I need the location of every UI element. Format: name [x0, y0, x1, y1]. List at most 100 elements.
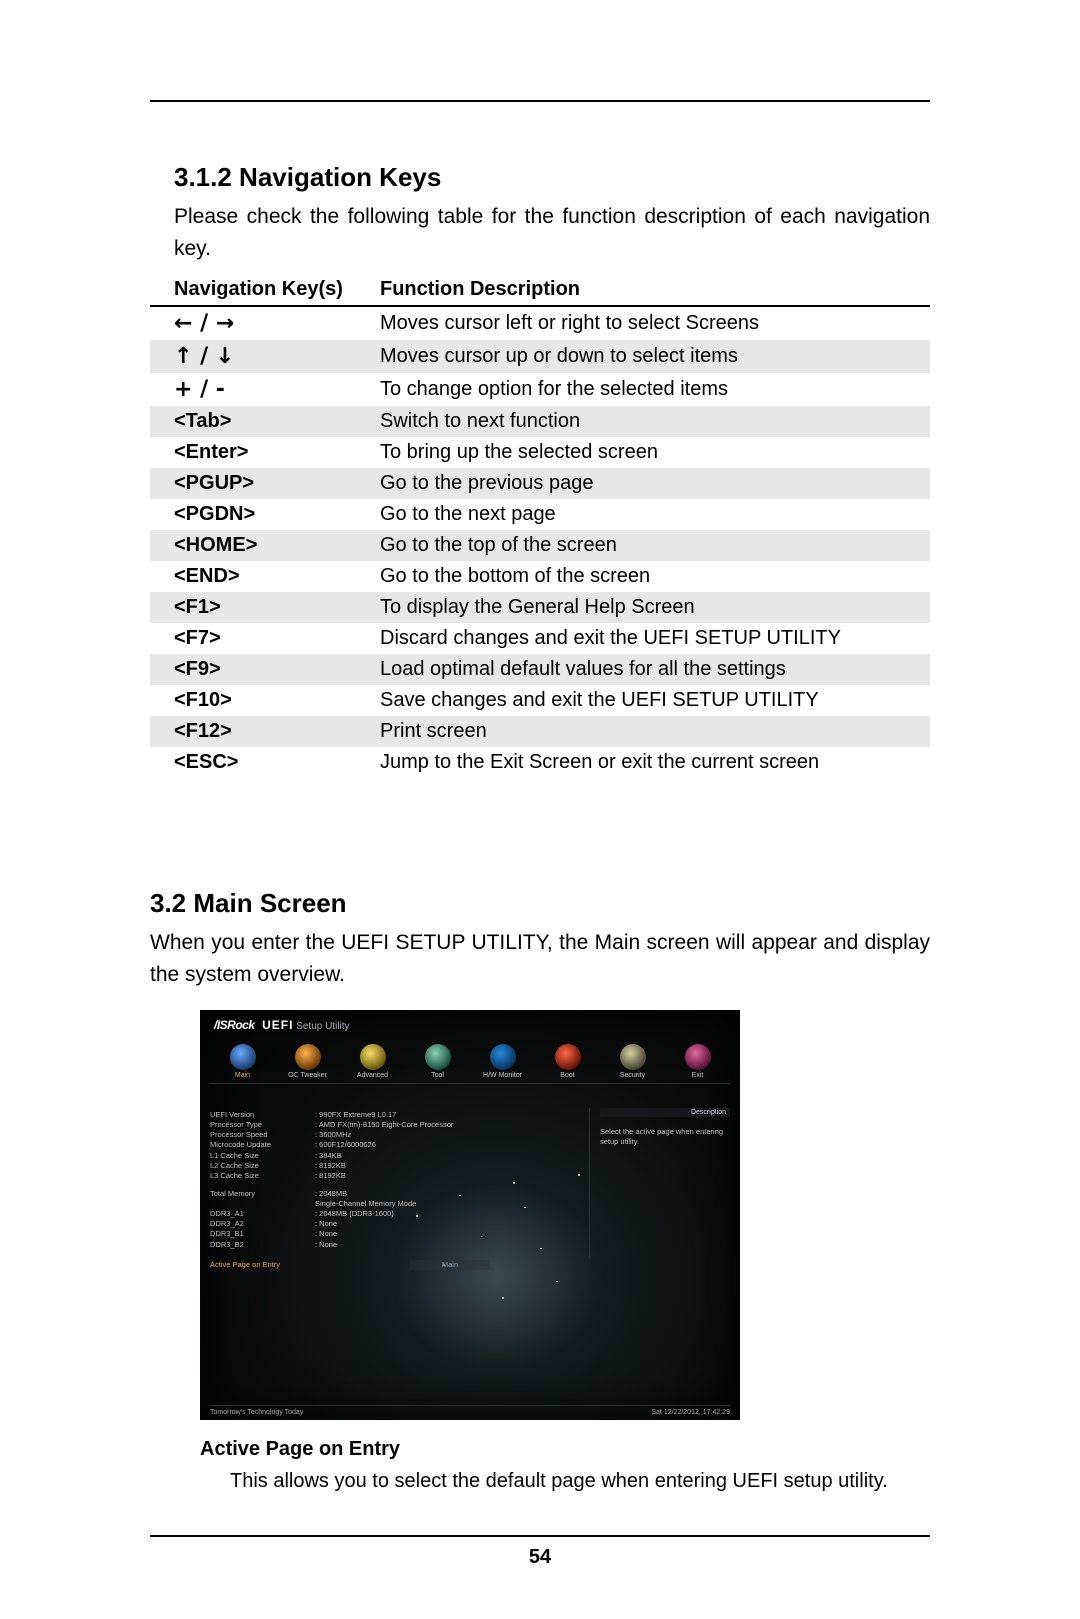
- bios-uefi-label: UEFI: [262, 1018, 293, 1032]
- bios-current-item-value: Main: [410, 1260, 490, 1270]
- table-cell-key: <END>: [150, 561, 380, 592]
- table-row: <HOME>Go to the top of the screen: [150, 530, 930, 561]
- table-row: <END>Go to the bottom of the screen: [150, 561, 930, 592]
- table-row: <F12>Print screen: [150, 716, 930, 747]
- bios-tab-label: H/W Monitor: [483, 1072, 522, 1079]
- bios-info-value: None: [315, 1240, 337, 1250]
- main-icon: [230, 1044, 256, 1070]
- bios-info-key: DDR3_B1: [210, 1229, 315, 1239]
- bios-info-row: Processor Speed3600MHz: [210, 1130, 510, 1140]
- bios-footer-right: Sat 12/22/2012, 17:42:29: [651, 1409, 730, 1416]
- table-header-func: Function Description: [380, 276, 930, 306]
- bios-info-value: 990FX Extreme9 L0.17: [315, 1110, 396, 1120]
- bios-tab-h-w-monitor[interactable]: H/W Monitor: [470, 1044, 535, 1083]
- security-icon: [620, 1044, 646, 1070]
- bios-info-key: Total Memory: [210, 1189, 315, 1199]
- bios-tab-label: Tool: [431, 1072, 444, 1079]
- section-title-nav-keys: 3.1.2 Navigation Keys: [174, 162, 930, 193]
- table-cell-func: Go to the bottom of the screen: [380, 561, 930, 592]
- intro-text-nav-keys: Please check the following table for the…: [174, 201, 930, 264]
- bios-info-value: 2048MB (DDR3-1600): [315, 1209, 394, 1219]
- table-cell-key: <PGUP>: [150, 468, 380, 499]
- bios-tab-tool[interactable]: Tool: [405, 1044, 470, 1083]
- table-cell-key: <ESC>: [150, 747, 380, 778]
- table-cell-func: Moves cursor left or right to select Scr…: [380, 306, 930, 340]
- bios-info-group: Total Memory2048MBSingle-Channel Memory …: [210, 1189, 510, 1250]
- table-cell-func: Save changes and exit the UEFI SETUP UTI…: [380, 685, 930, 716]
- table-row: <F9>Load optimal default values for all …: [150, 654, 930, 685]
- bios-screenshot: /ISRock UEFI Setup Utility Main OC Tweake…: [200, 1010, 740, 1420]
- table-cell-func: Discard changes and exit the UEFI SETUP …: [380, 623, 930, 654]
- bios-tab-main[interactable]: Main: [210, 1044, 275, 1083]
- bios-info-group: UEFI Version990FX Extreme9 L0.17Processo…: [210, 1110, 510, 1181]
- table-cell-key: ↑ / ↓: [150, 340, 380, 373]
- bios-tab-label: Main: [235, 1072, 250, 1079]
- bios-info-key: Microcode Update: [210, 1140, 315, 1150]
- table-cell-func: Switch to next function: [380, 406, 930, 437]
- table-row: <Enter>To bring up the selected screen: [150, 437, 930, 468]
- bios-info-value: 2048MB: [315, 1189, 347, 1199]
- bios-footer-bar: Tomorrow's Technology Today Sat 12/22/20…: [210, 1405, 730, 1416]
- bios-info-value: AMD FX(tm)-8150 Eight-Core Processor: [315, 1120, 453, 1130]
- table-row: ← / →Moves cursor left or right to selec…: [150, 306, 930, 340]
- table-cell-key: + / -: [150, 373, 380, 406]
- bios-info-key: L1 Cache Size: [210, 1151, 315, 1161]
- bios-info-row: Processor TypeAMD FX(tm)-8150 Eight-Core…: [210, 1120, 510, 1130]
- bios-info-key: Processor Type: [210, 1120, 315, 1130]
- oc-tweaker-icon: [295, 1044, 321, 1070]
- table-cell-func: Load optimal default values for all the …: [380, 654, 930, 685]
- bios-setup-label: Setup Utility: [296, 1021, 349, 1032]
- bios-tab-boot[interactable]: Boot: [535, 1044, 600, 1083]
- table-cell-func: Go to the top of the screen: [380, 530, 930, 561]
- bios-brand-logo: /ISRock: [212, 1018, 257, 1032]
- bios-tab-bar: Main OC Tweaker Advanced Tool H/W Monitor Boo…: [210, 1044, 730, 1084]
- table-cell-key: <F12>: [150, 716, 380, 747]
- table-cell-func: Go to the previous page: [380, 468, 930, 499]
- bios-info-key: Processor Speed: [210, 1130, 315, 1140]
- bios-tab-label: OC Tweaker: [288, 1072, 327, 1079]
- bios-tab-oc-tweaker[interactable]: OC Tweaker: [275, 1044, 340, 1083]
- table-cell-func: Moves cursor up or down to select items: [380, 340, 930, 373]
- bios-tab-exit[interactable]: Exit: [665, 1044, 730, 1083]
- bios-info-row: DDR3_B2None: [210, 1240, 510, 1250]
- bios-current-item-label: Active Page on Entry: [210, 1260, 410, 1270]
- bios-info-key: DDR3_A2: [210, 1219, 315, 1229]
- table-cell-key: <F10>: [150, 685, 380, 716]
- bios-info-value: 384KB: [315, 1151, 342, 1161]
- advanced-icon: [360, 1044, 386, 1070]
- option-heading-active-page: Active Page on Entry: [200, 1438, 930, 1461]
- bios-tab-security[interactable]: Security: [600, 1044, 665, 1083]
- table-cell-func: Go to the next page: [380, 499, 930, 530]
- bios-footer-left: Tomorrow's Technology Today: [210, 1409, 303, 1416]
- table-cell-func: Jump to the Exit Screen or exit the curr…: [380, 747, 930, 778]
- table-row: <PGUP>Go to the previous page: [150, 468, 930, 499]
- boot-icon: [555, 1044, 581, 1070]
- bios-tab-advanced[interactable]: Advanced: [340, 1044, 405, 1083]
- bios-info-value: None: [315, 1219, 337, 1229]
- bios-info-value: 8192KB: [315, 1161, 346, 1171]
- option-text-active-page: This allows you to select the default pa…: [230, 1467, 930, 1495]
- bios-description-body: Select the active page when entering set…: [600, 1127, 730, 1147]
- table-cell-key: <F7>: [150, 623, 380, 654]
- exit-icon: [685, 1044, 711, 1070]
- bios-tab-label: Security: [620, 1072, 645, 1079]
- intro-text-main-screen: When you enter the UEFI SETUP UTILITY, t…: [150, 927, 930, 990]
- bios-info-value: None: [315, 1229, 337, 1239]
- section-title-main-screen: 3.2 Main Screen: [150, 888, 930, 919]
- table-cell-key: <F9>: [150, 654, 380, 685]
- bios-current-item[interactable]: Active Page on EntryMain: [210, 1260, 510, 1270]
- bios-info-key: L2 Cache Size: [210, 1161, 315, 1171]
- table-cell-key: <Enter>: [150, 437, 380, 468]
- bios-info-row: L2 Cache Size8192KB: [210, 1161, 510, 1171]
- table-cell-key: <HOME>: [150, 530, 380, 561]
- table-row: <F1>To display the General Help Screen: [150, 592, 930, 623]
- bios-description-header: Description: [600, 1108, 730, 1117]
- h-w-monitor-icon: [490, 1044, 516, 1070]
- tool-icon: [425, 1044, 451, 1070]
- bios-info-key: L3 Cache Size: [210, 1171, 315, 1181]
- bios-info-subline: Single-Channel Memory Mode: [315, 1199, 510, 1209]
- bios-info-row: L3 Cache Size8192KB: [210, 1171, 510, 1181]
- bios-tab-label: Boot: [560, 1072, 574, 1079]
- bios-info-key: UEFI Version: [210, 1110, 315, 1120]
- bios-description-panel: Description Select the active page when …: [589, 1108, 730, 1258]
